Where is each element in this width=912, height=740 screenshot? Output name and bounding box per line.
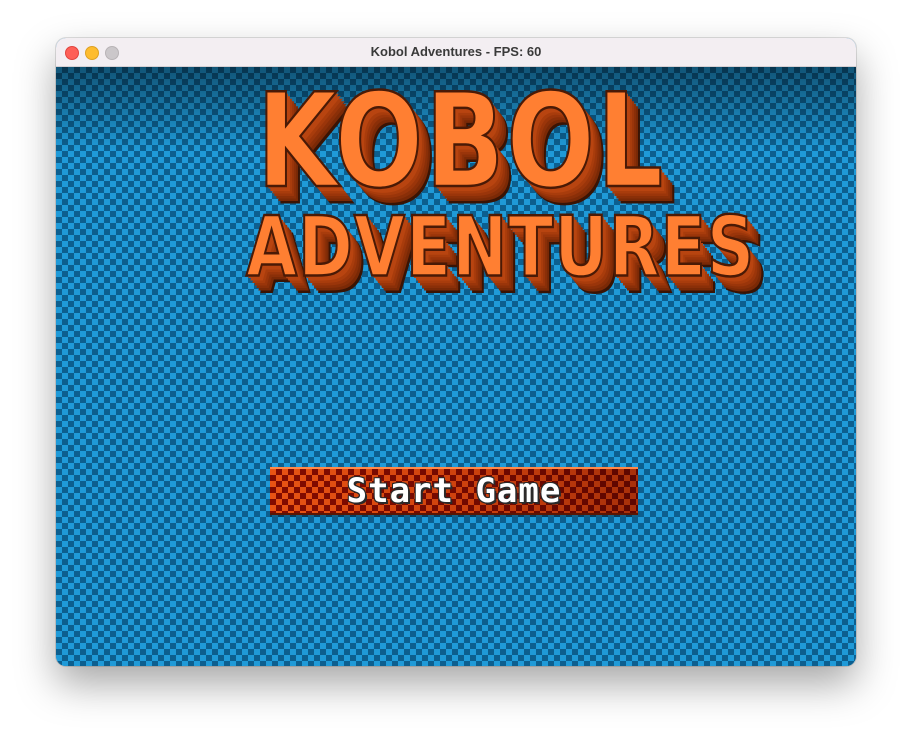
window-titlebar[interactable]: Kobol Adventures - FPS: 60: [56, 38, 856, 67]
window-title: Kobol Adventures - FPS: 60: [370, 44, 542, 59]
start-game-button[interactable]: Start Game: [270, 467, 638, 515]
game-viewport[interactable]: KOBOL ADVENTURES Start Game: [56, 67, 856, 666]
logo-subtitle-line: ADVENTURES: [245, 199, 756, 296]
logo-title-line: KOBOL: [256, 64, 666, 218]
game-logo: KOBOL ADVENTURES: [245, 75, 756, 333]
game-window: Kobol Adventures - FPS: 60 KOBOL ADVENTU…: [56, 38, 856, 666]
start-game-label: Start Game: [346, 471, 562, 511]
